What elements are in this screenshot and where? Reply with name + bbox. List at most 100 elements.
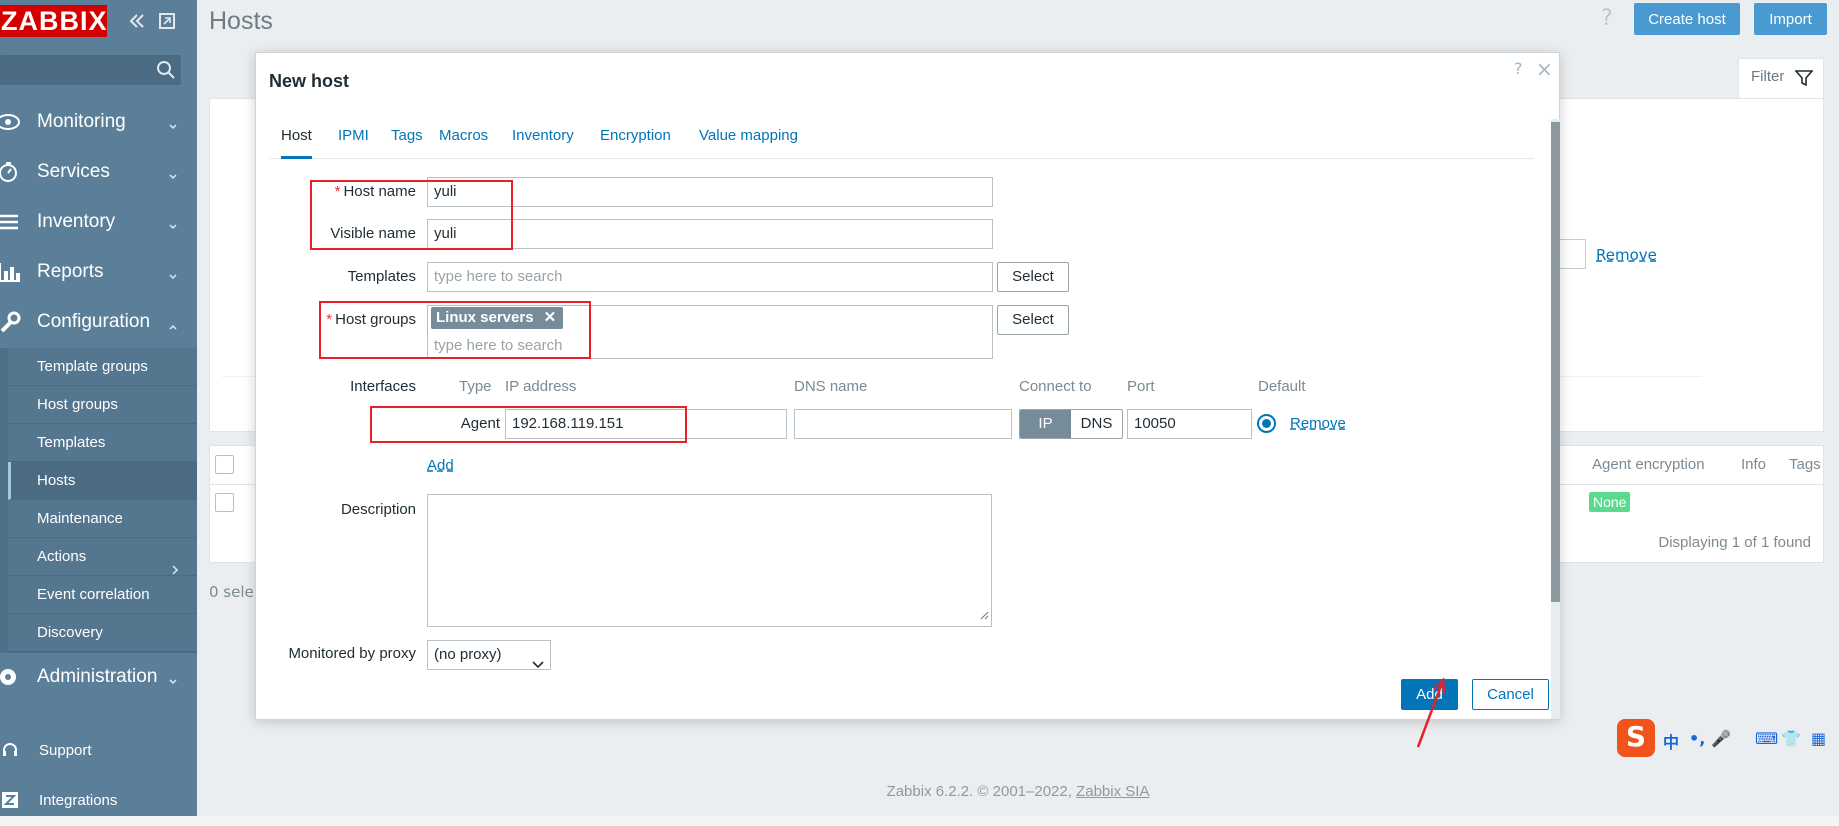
menu-label: Monitoring [37,111,126,132]
ime-punctuation-icon[interactable]: •, [1689,729,1705,748]
menu-inventory[interactable]: Inventory [0,198,197,248]
tab-value-mapping[interactable]: Value mapping [699,127,798,159]
menu-configuration[interactable]: Configuration [0,298,197,348]
close-icon[interactable]: × [1536,57,1553,81]
headset-icon [2,742,18,762]
menu-administration[interactable]: Administration [0,653,197,703]
connect-to-toggle: IP DNS [1019,409,1123,439]
connect-dns-button[interactable]: DNS [1071,410,1122,438]
selected-count: 0 selec [209,583,254,601]
menu-monitoring[interactable]: Monitoring [0,98,197,148]
collapse-sidebar-icon[interactable] [126,10,148,32]
select-all-checkbox[interactable] [215,455,234,474]
column-port: Port [1127,378,1155,395]
page-title: Hosts [209,7,273,35]
agent-port-input[interactable]: 10050 [1127,409,1252,439]
zabbix-logo[interactable]: ZABBIX [0,5,107,37]
ime-toolbar: S 中 •, 🎤 ⌨ 👕 ▦ [1617,719,1839,757]
tab-macros[interactable]: Macros [439,127,488,159]
column-dns-name: DNS name [794,378,868,395]
help-icon[interactable]: ? [1601,6,1613,31]
annotation-box-agent-ip [370,406,687,443]
proxy-selected-value: (no proxy) [434,646,502,663]
chevron-down-icon [168,671,178,685]
submenu-item-discovery[interactable]: Discovery [8,614,197,652]
bar-chart-icon [0,261,22,283]
row-checkbox[interactable] [215,493,234,512]
description-label: Description [340,501,416,518]
tab-encryption[interactable]: Encryption [600,127,671,159]
templates-search-input[interactable]: type here to search [427,262,993,292]
keyboard-icon[interactable]: ⌨ [1755,729,1778,748]
templates-select-button[interactable]: Select [997,262,1069,292]
tab-host[interactable]: Host [281,127,312,159]
agent-dns-input[interactable] [794,409,1012,439]
chevron-down-icon [168,116,178,130]
connect-ip-button[interactable]: IP [1020,410,1071,438]
column-type: Type [459,378,492,395]
host-groups-select-button[interactable]: Select [997,305,1069,335]
footer-text: Zabbix 6.2.2. © 2001–2022, [886,783,1077,800]
help-icon[interactable]: ? [1514,59,1523,78]
wrench-icon [0,311,22,333]
submenu-item-host-groups[interactable]: Host groups [8,386,197,424]
default-interface-radio[interactable] [1257,414,1276,433]
configuration-submenu: Template groups Host groups Templates Ho… [0,348,197,653]
integrations-icon [2,792,18,812]
eye-icon [0,111,22,133]
menu-label: Reports [37,261,104,282]
radio-dot [1262,419,1271,428]
description-textarea[interactable] [427,494,992,627]
sidebar-search-input[interactable] [0,55,181,85]
chevron-down-icon [168,166,178,180]
submenu-item-maintenance[interactable]: Maintenance [8,500,197,538]
stopwatch-icon [0,161,22,183]
sidebar: ZABBIX Monitoring Services Inventory Rep… [0,0,197,826]
remove-interface-link[interactable]: Remove [1290,415,1346,432]
submenu-item-template-groups[interactable]: Template groups [8,348,197,386]
footer-link[interactable]: Zabbix SIA [1076,783,1149,800]
menu-label: Integrations [39,792,118,809]
footer: Zabbix 6.2.2. © 2001–2022, Zabbix SIA [197,783,1839,800]
filter-icon [1794,69,1814,91]
dialog-scrollbar[interactable] [1551,119,1560,719]
interfaces-label: Interfaces [350,378,416,395]
search-icon[interactable] [156,60,176,84]
proxy-select[interactable]: (no proxy) [427,640,551,670]
submenu-item-actions[interactable]: Actions [8,538,197,576]
add-interface-link[interactable]: Add [427,457,454,474]
microphone-icon[interactable]: 🎤 [1711,729,1731,748]
submenu-item-hosts[interactable]: Hosts [8,462,197,500]
tab-inventory[interactable]: Inventory [512,127,574,159]
column-agent-encryption[interactable]: Agent encryption [1592,456,1705,473]
sogou-logo-icon[interactable]: S [1617,719,1655,757]
menu-support[interactable]: Support [0,731,197,771]
annotation-box-host-groups [319,301,591,359]
menu-reports[interactable]: Reports [0,248,197,298]
dialog-title: New host [269,71,350,91]
submenu-item-event-correlation[interactable]: Event correlation [8,576,197,614]
filter-remove-link[interactable]: Remove [1596,246,1657,264]
submenu-item-templates[interactable]: Templates [8,424,197,462]
menu-services[interactable]: Services [0,148,197,198]
skin-icon[interactable]: 👕 [1781,729,1801,748]
create-host-button[interactable]: Create host [1634,3,1740,35]
filter-label: Filter [1751,68,1785,85]
menu-integrations[interactable]: Integrations [0,781,197,821]
import-button[interactable]: Import [1754,3,1827,35]
menu-label: Support [39,742,92,759]
ime-chinese-mode-icon[interactable]: 中 [1663,729,1679,753]
tab-tags[interactable]: Tags [391,127,423,159]
filter-tab[interactable]: Filter [1738,58,1824,98]
templates-label: Templates [347,268,416,285]
submenu-label: Actions [37,548,87,565]
kiosk-mode-icon[interactable] [156,10,178,32]
scrollbar-thumb[interactable] [1551,122,1560,602]
cancel-button[interactable]: Cancel [1472,679,1549,710]
ime-menu-icon[interactable]: ▦ [1811,729,1826,748]
chevron-down-icon [168,266,178,280]
menu-label: Services [37,161,110,182]
tab-ipmi[interactable]: IPMI [338,127,369,159]
proxy-label: Monitored by proxy [288,645,416,662]
resize-grip-icon[interactable] [979,608,989,624]
